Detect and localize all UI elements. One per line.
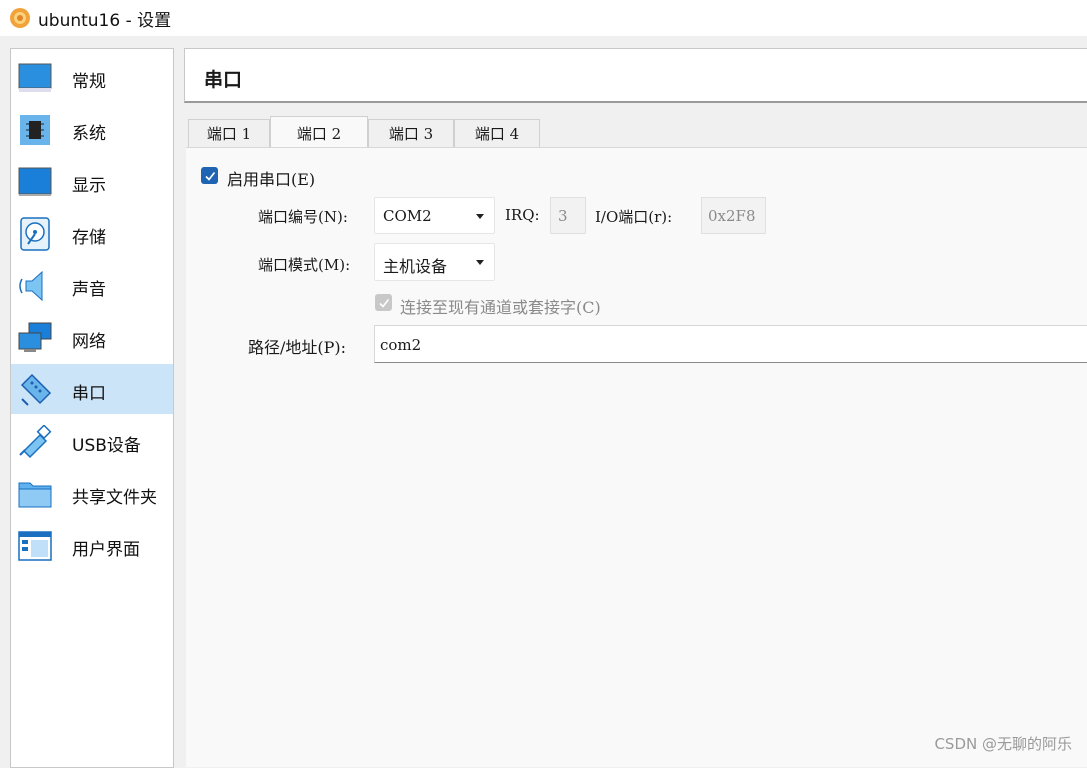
irq-field[interactable]: 3 xyxy=(550,197,586,234)
network-icon xyxy=(18,322,52,352)
sidebar-item-storage[interactable]: 存储 xyxy=(11,208,173,258)
page-title: 串口 xyxy=(204,69,243,91)
sidebar-item-shared-folders[interactable]: 共享文件夹 xyxy=(11,468,173,518)
path-input[interactable]: com2 xyxy=(374,325,1087,363)
virtualbox-app-icon xyxy=(10,8,30,28)
sidebar-item-label: 常规 xyxy=(72,72,106,92)
io-port-field[interactable]: 0x2F8 xyxy=(701,197,766,234)
window-title: ubuntu16 - 设置 xyxy=(38,10,172,31)
port-tabs: 端口 1 端口 2 端口 3 端口 4 xyxy=(188,116,1087,149)
enable-serial-label[interactable]: 启用串口(E) xyxy=(227,166,315,190)
tab-port-1[interactable]: 端口 1 xyxy=(188,119,270,147)
path-value: com2 xyxy=(380,336,422,354)
checkmark-icon xyxy=(378,298,389,308)
speaker-icon xyxy=(19,270,43,302)
port-mode-select[interactable]: 主机设备 xyxy=(374,243,495,281)
sidebar-item-serial-ports[interactable]: 串口 xyxy=(11,364,173,414)
settings-sidebar: 常规 系统 显示 存储 声音 网络 串口 USB设备 共享文件夹 用户界面 xyxy=(10,48,174,768)
sidebar-item-system[interactable]: 系统 xyxy=(11,104,173,154)
monitor-icon xyxy=(18,63,52,92)
sidebar-item-label: USB设备 xyxy=(72,436,141,456)
user-interface-icon xyxy=(18,531,52,561)
folder-icon xyxy=(18,482,52,508)
io-port-value: 0x2F8 xyxy=(708,207,756,225)
port-number-value: COM2 xyxy=(383,207,432,225)
port-number-label: 端口编号(N): xyxy=(258,208,348,226)
port-mode-label: 端口模式(M): xyxy=(258,256,351,274)
sidebar-item-label: 共享文件夹 xyxy=(72,488,157,508)
sidebar-item-usb[interactable]: USB设备 xyxy=(11,416,173,466)
sidebar-item-network[interactable]: 网络 xyxy=(11,312,173,362)
chevron-down-icon xyxy=(476,214,484,219)
tab-port-3[interactable]: 端口 3 xyxy=(368,119,454,147)
sidebar-item-label: 声音 xyxy=(72,280,106,300)
sidebar-item-audio[interactable]: 声音 xyxy=(11,260,173,310)
sidebar-item-display[interactable]: 显示 xyxy=(11,156,173,206)
sidebar-item-label: 串口 xyxy=(72,384,106,404)
connect-existing-label: 连接至现有通道或套接字(C) xyxy=(400,298,601,317)
tab-port-2[interactable]: 端口 2 xyxy=(270,116,368,149)
disk-icon xyxy=(20,217,50,251)
sidebar-item-label: 用户界面 xyxy=(72,540,140,560)
sidebar-item-label: 存储 xyxy=(72,228,106,248)
chip-icon xyxy=(20,115,50,145)
tab-label: 端口 2 xyxy=(296,124,342,143)
usb-icon xyxy=(19,425,52,459)
tab-port-4[interactable]: 端口 4 xyxy=(454,119,540,147)
enable-serial-checkbox[interactable] xyxy=(201,167,218,184)
irq-value: 3 xyxy=(558,207,568,225)
sidebar-item-user-interface[interactable]: 用户界面 xyxy=(11,520,173,570)
tab-label: 端口 4 xyxy=(474,125,520,143)
serial-port-icon xyxy=(20,373,52,406)
page-header: 串口 xyxy=(184,48,1087,103)
sidebar-item-label: 系统 xyxy=(72,124,106,144)
sidebar-item-label: 网络 xyxy=(72,332,106,352)
port-number-select[interactable]: COM2 xyxy=(374,197,495,234)
chevron-down-icon xyxy=(476,260,484,265)
irq-label: IRQ: xyxy=(505,206,540,224)
tab-label: 端口 1 xyxy=(206,125,252,143)
connect-existing-checkbox[interactable] xyxy=(375,294,392,311)
display-icon xyxy=(18,167,52,196)
tab-label: 端口 3 xyxy=(388,125,434,143)
watermark: CSDN @无聊的阿乐 xyxy=(934,735,1072,753)
title-bar: ubuntu16 - 设置 xyxy=(0,0,1087,36)
port-mode-value: 主机设备 xyxy=(383,257,448,276)
sidebar-item-general[interactable]: 常规 xyxy=(11,52,173,102)
checkmark-icon xyxy=(204,171,215,181)
path-label: 路径/地址(P): xyxy=(248,338,347,357)
sidebar-item-label: 显示 xyxy=(72,176,106,196)
tab-panel xyxy=(186,147,1087,767)
io-port-label: I/O端口(r): xyxy=(595,208,673,226)
